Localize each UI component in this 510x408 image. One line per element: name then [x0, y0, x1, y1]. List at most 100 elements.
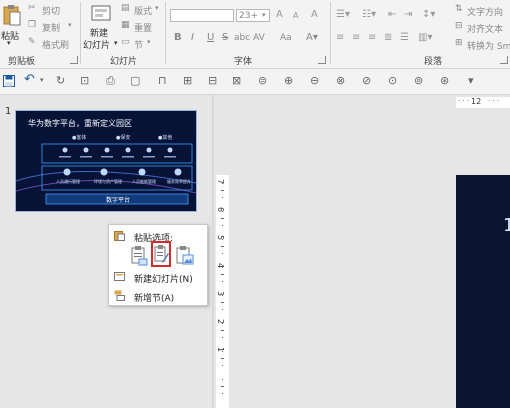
- shrink-font-button[interactable]: A: [293, 11, 298, 20]
- change-case-button[interactable]: Aa: [280, 33, 292, 43]
- cut-label: 剪切: [42, 7, 61, 17]
- font-color-button[interactable]: A▾: [306, 32, 318, 43]
- undo-dropdown-icon[interactable]: ▾: [40, 76, 44, 84]
- slide-number: 1: [5, 106, 12, 117]
- paste-button[interactable]: 粘贴 ▾: [0, 2, 24, 47]
- thumbnail-row-label: 服务效率提升: [167, 179, 191, 184]
- paste-dropdown-icon[interactable]: ▾: [7, 39, 11, 47]
- new-slide-menu-item[interactable]: 新建幻灯片(N): [109, 268, 207, 286]
- font-group-label: 字体: [234, 57, 253, 67]
- paste-source-formatting-icon: [154, 245, 169, 263]
- font-size-combo[interactable]: 23+ ▾: [236, 9, 270, 22]
- layout-button[interactable]: ▤ 版式 ▾: [121, 3, 161, 17]
- paste-destination-theme-icon: [131, 246, 148, 266]
- distribute-button[interactable]: ☰: [400, 32, 409, 43]
- format-painter-button[interactable]: ✎ 格式刷: [28, 37, 78, 51]
- paste-picture-button[interactable]: [175, 245, 195, 267]
- clipboard-group-label: 剪贴板: [8, 57, 36, 67]
- clear-format-button[interactable]: A: [311, 9, 318, 20]
- flip-icon[interactable]: ⊖: [310, 74, 319, 87]
- underline-button[interactable]: U: [207, 32, 214, 43]
- redo-icon[interactable]: ↻: [56, 74, 65, 87]
- main-slide-canvas[interactable]: 1: [456, 175, 510, 408]
- paste-use-destination-theme-button[interactable]: [129, 245, 149, 267]
- text-direction-button[interactable]: ⇅ 文字方向: [455, 4, 510, 18]
- group-objects-icon[interactable]: ⊞: [183, 74, 192, 87]
- layout-label: 版式: [134, 7, 153, 17]
- align-text-button[interactable]: ⊟ 对齐文本: [455, 21, 510, 35]
- print-icon[interactable]: ⎙: [106, 74, 115, 88]
- panel-divider[interactable]: [212, 95, 214, 408]
- columns-button[interactable]: ▥▾: [418, 32, 432, 43]
- thumbnail-footer: 数字平台: [106, 197, 131, 204]
- numbering-button[interactable]: ☷▾: [362, 9, 376, 20]
- thumbnail-top-label: ●其他: [158, 135, 173, 141]
- chart-icon[interactable]: ⊙: [388, 74, 397, 87]
- group-separator: [330, 2, 331, 64]
- strikethrough-button[interactable]: S: [222, 32, 228, 43]
- ribbon: 粘贴 ▾ ✂ 剪切 ❐ 复制 ▾ ✎ 格式刷 剪贴板 新建 幻灯片 ▾ ▤ 版式…: [0, 0, 510, 69]
- vertical-ruler: 7 6 5 4 3 2 1: [216, 175, 229, 408]
- layer-icon[interactable]: ⊜: [258, 74, 267, 87]
- convert-smartart-label: 转换为 Sm: [467, 42, 510, 52]
- cut-button[interactable]: ✂ 剪切: [28, 3, 68, 17]
- format-painter-icon: ✎: [28, 37, 36, 47]
- align-right-button[interactable]: ≡: [368, 32, 376, 43]
- rotate-icon[interactable]: ⊕: [284, 74, 293, 87]
- new-slide-menu-icon: [114, 272, 125, 281]
- present-icon[interactable]: ⊡: [80, 74, 89, 87]
- paste-icon: [3, 5, 21, 26]
- crop-icon[interactable]: ⊗: [336, 74, 345, 87]
- copy-button[interactable]: ❐ 复制 ▾: [28, 20, 76, 34]
- picture-icon[interactable]: ⊛: [440, 74, 449, 87]
- clipboard-launcher-icon[interactable]: [70, 56, 78, 64]
- undo-icon[interactable]: ↶: [24, 72, 35, 87]
- new-slide-label-2: 幻灯片: [83, 41, 111, 51]
- new-slide-menu-label: 新建幻灯片(N): [134, 275, 193, 285]
- new-section-menu-label: 新增节(A): [134, 294, 175, 304]
- line-spacing-button[interactable]: ↕▾: [422, 9, 435, 20]
- new-section-menu-item[interactable]: 新增节(A): [109, 287, 207, 305]
- copy-label: 复制: [42, 24, 61, 34]
- new-slide-dropdown-icon[interactable]: ▾: [114, 39, 118, 47]
- shadow-button[interactable]: abc: [234, 33, 250, 43]
- font-launcher-icon[interactable]: [318, 56, 326, 64]
- new-slide-button[interactable]: 新建 幻灯片 ▾: [83, 2, 119, 52]
- format-painter-label: 格式刷: [42, 41, 70, 51]
- copy-dropdown-icon[interactable]: ▾: [68, 21, 72, 29]
- italic-button[interactable]: I: [191, 32, 194, 43]
- slide-thumbnail[interactable]: 华为数字平台，重新定义园区 ●客体 ●保安 ●其他 人员通行管理 环境与资产管理…: [15, 110, 197, 212]
- paste-keep-source-formatting-button[interactable]: [151, 241, 171, 267]
- char-spacing-button[interactable]: AV: [253, 33, 265, 43]
- bold-button[interactable]: B: [174, 32, 182, 43]
- convert-smartart-button[interactable]: ⊞ 转换为 Sm: [455, 38, 510, 52]
- paste-options-icon: [114, 231, 125, 241]
- new-slide-icon: [91, 5, 111, 21]
- justify-button[interactable]: ≣: [384, 32, 392, 43]
- horizontal-ruler: · · · 12 · · ·: [456, 97, 510, 108]
- font-size-value: 23+: [239, 11, 258, 21]
- grow-font-button[interactable]: A: [276, 9, 283, 20]
- shape-icon[interactable]: ▢: [130, 74, 140, 87]
- ruler-ticks: [221, 183, 224, 394]
- arrange-icon[interactable]: ⊠: [232, 74, 241, 87]
- slides-group-label: 幻灯片: [110, 57, 138, 67]
- insert-icon[interactable]: ⊘: [362, 74, 371, 87]
- table-icon[interactable]: ⊚: [414, 74, 423, 87]
- increase-indent-button[interactable]: ⇥: [404, 9, 412, 20]
- paragraph-launcher-icon[interactable]: [500, 56, 508, 64]
- text-direction-label: 文字方向: [467, 8, 504, 18]
- reset-button[interactable]: ▦ 重置: [121, 20, 161, 34]
- align-left-button[interactable]: ≡: [336, 32, 344, 43]
- new-section-menu-icon: [114, 290, 125, 301]
- save-icon[interactable]: [3, 75, 15, 87]
- more-icon[interactable]: ▾: [468, 74, 474, 87]
- distribute-icon[interactable]: ⊟: [208, 74, 217, 87]
- section-button[interactable]: ▭ 节 ▾: [121, 37, 161, 51]
- align-center-button[interactable]: ≡: [352, 32, 360, 43]
- bullets-button[interactable]: ☰▾: [336, 9, 350, 20]
- align-objects-icon[interactable]: ⊓: [158, 74, 167, 87]
- decrease-indent-button[interactable]: ⇤: [388, 9, 396, 20]
- font-name-combo[interactable]: [170, 9, 234, 22]
- font-size-dropdown-icon[interactable]: ▾: [262, 11, 266, 19]
